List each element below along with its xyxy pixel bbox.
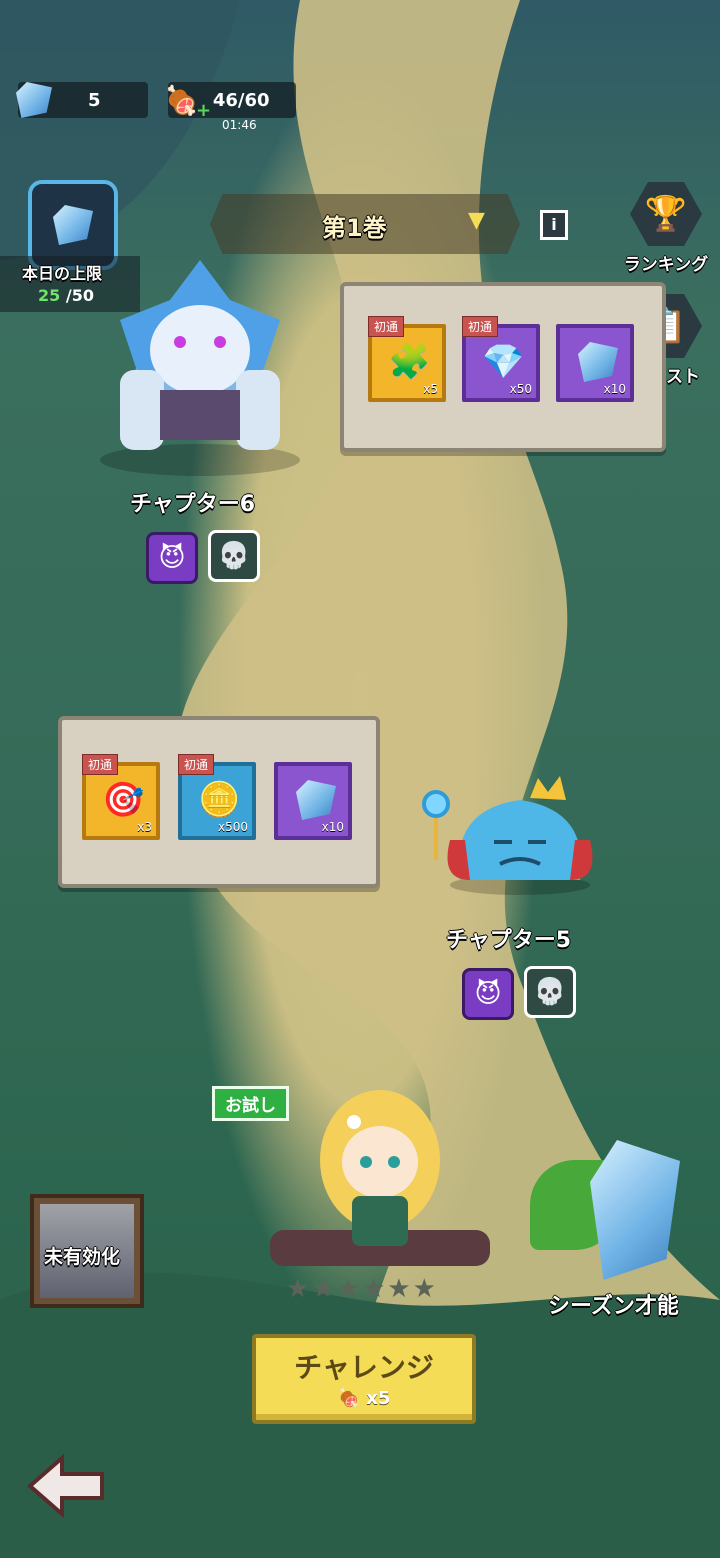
reward-item[interactable]: 初通 💎 x50 <box>462 316 540 402</box>
daily-limit-current: 25 <box>38 286 61 305</box>
challenge-label: チャレンジ <box>294 1351 434 1384</box>
reward-quantity: x500 <box>217 820 248 834</box>
demon-face-icon: 😈 <box>146 532 198 584</box>
info-icon: i <box>551 215 557 234</box>
trophy-icon: 🏆 <box>630 182 702 246</box>
star-icon: ★ <box>286 1274 312 1304</box>
skull-icon: 💀 <box>524 966 576 1018</box>
reward-item[interactable]: 初通 🧩 x5 <box>368 316 446 402</box>
chapter5-label: チャプター5 <box>446 928 572 953</box>
first-clear-tag: 初通 <box>82 754 119 775</box>
first-clear-tag: 初通 <box>178 754 215 775</box>
crystal-icon <box>16 82 52 118</box>
challenge-cost-value: x5 <box>366 1388 391 1409</box>
reward-quantity: x10 <box>321 820 344 834</box>
ranking-label: ランキング <box>623 255 709 275</box>
info-button[interactable]: i <box>540 210 568 240</box>
stamina-value: 46/60 <box>212 89 270 111</box>
meat-icon: 🍖 <box>164 83 199 117</box>
meat-icon: 🍖 <box>337 1388 360 1409</box>
first-clear-tag: 初通 <box>462 316 499 337</box>
season-crystal-icon <box>590 1140 680 1280</box>
hero-star-rating: ★★★★★★ <box>286 1274 438 1304</box>
crystal-icon <box>578 342 618 382</box>
reward-quantity: x5 <box>423 382 438 396</box>
volume-selector[interactable]: 第1巻 ▼ <box>210 194 520 254</box>
inactive-hero-card[interactable]: 未有効化 <box>30 1194 144 1308</box>
challenge-cost: 🍖 x5 <box>256 1388 472 1409</box>
star-icon: ★ <box>412 1274 438 1304</box>
chevron-down-icon: ▼ <box>468 208 485 233</box>
chapter5-reward-panel: 初通 🎯 x3 初通 🪙 x500 x10 <box>58 716 380 888</box>
reward-item[interactable]: 初通 🎯 x3 <box>82 754 160 840</box>
crystal-icon <box>53 205 93 245</box>
character-puzzle-icon: 🧩 <box>388 342 431 382</box>
chapter6-label: チャプター6 <box>130 492 256 517</box>
ice-werewolf-boss-icon <box>100 260 300 476</box>
volume-label: 第1巻 <box>322 214 387 242</box>
crystal-icon <box>296 780 336 820</box>
pink-gem-icon: 💎 <box>482 342 525 382</box>
stamina-timer: 01:46 <box>222 118 257 132</box>
elf-hero-icon <box>270 1090 490 1266</box>
back-arrow-icon <box>26 1453 104 1519</box>
chapter6-boss[interactable] <box>80 260 320 480</box>
first-clear-tag: 初通 <box>368 316 405 337</box>
reward-quantity: x3 <box>137 820 152 834</box>
gold-coin-icon: 🪙 <box>198 780 241 820</box>
challenge-button[interactable]: チャレンジ 🍖 x5 <box>252 1334 476 1424</box>
gem-counter: 5 <box>16 82 148 118</box>
chapter6-reward-panel: 初通 🧩 x5 初通 💎 x50 x10 <box>340 282 666 452</box>
target-icon: 🎯 <box>102 780 145 820</box>
inactive-label: 未有効化 <box>44 1246 121 1268</box>
chapter5-boss[interactable] <box>420 770 610 900</box>
reward-item[interactable]: x10 <box>556 324 634 402</box>
reward-quantity: x50 <box>509 382 532 396</box>
reward-quantity: x10 <box>603 382 626 396</box>
hero-character[interactable] <box>260 1070 500 1290</box>
star-icon: ★ <box>387 1274 413 1304</box>
slime-king-boss-icon <box>422 776 593 895</box>
season-talent-button[interactable]: シーズン才能 <box>530 1120 720 1320</box>
star-icon: ★ <box>336 1274 362 1304</box>
demon-face-icon: 😈 <box>462 968 514 1020</box>
skull-icon: 💀 <box>208 530 260 582</box>
star-icon: ★ <box>361 1274 388 1304</box>
stamina-plus-icon[interactable]: + <box>196 100 211 121</box>
reward-item[interactable]: x10 <box>274 762 352 840</box>
season-talent-label: シーズン才能 <box>548 1294 679 1319</box>
gem-count: 5 <box>88 89 101 111</box>
back-button[interactable] <box>26 1453 106 1519</box>
star-icon: ★ <box>311 1274 337 1304</box>
ranking-button[interactable]: 🏆 ランキング <box>614 182 718 275</box>
reward-item[interactable]: 初通 🪙 x500 <box>178 754 256 840</box>
stamina-counter: 🍖 + 46/60 <box>164 82 296 121</box>
